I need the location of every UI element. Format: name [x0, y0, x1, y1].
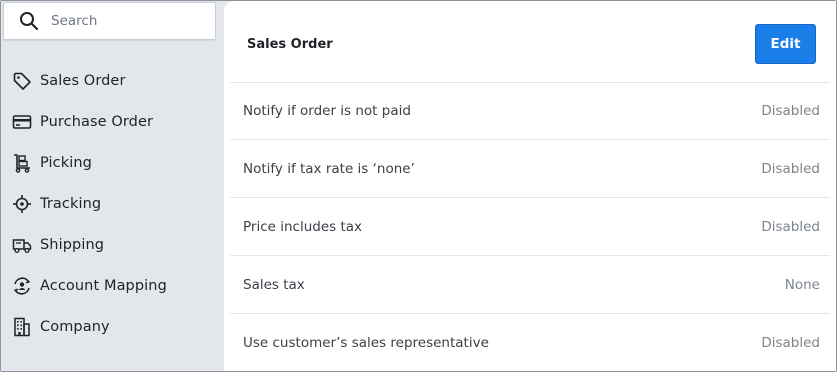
sidebar-item-tracking[interactable]: Tracking	[1, 189, 224, 219]
panel-header: Sales Order Edit	[230, 1, 830, 83]
page-title: Sales Order	[247, 37, 333, 52]
sidebar: Search Sales Order Purchase Order Pickin…	[1, 1, 224, 371]
sidebar-item-label: Tracking	[40, 196, 102, 212]
tag-icon	[13, 72, 31, 90]
setting-label: Notify if order is not paid	[243, 103, 411, 119]
sidebar-item-sales-order[interactable]: Sales Order	[1, 66, 224, 96]
setting-label: Use customer’s sales representative	[243, 335, 489, 351]
setting-value: Disabled	[761, 161, 820, 177]
sidebar-item-purchase-order[interactable]: Purchase Order	[1, 107, 224, 137]
crosshair-icon	[13, 195, 31, 213]
sidebar-item-account-mapping[interactable]: Account Mapping	[1, 271, 224, 301]
sidebar-item-label: Company	[40, 319, 110, 335]
setting-label: Price includes tax	[243, 219, 363, 235]
setting-value: None	[784, 277, 820, 293]
hand-truck-icon	[14, 154, 30, 173]
setting-label: Sales tax	[243, 277, 305, 293]
sidebar-item-label: Shipping	[40, 237, 105, 253]
app-window: Search Sales Order Purchase Order Pickin…	[0, 0, 837, 372]
setting-row: Sales tax None	[230, 256, 830, 314]
sidebar-item-label: Picking	[40, 155, 92, 171]
setting-row: Price includes tax Disabled	[230, 198, 830, 256]
building-icon	[14, 317, 30, 337]
truck-icon	[12, 239, 32, 253]
sidebar-item-label: Account Mapping	[40, 278, 167, 294]
user-sync-icon	[13, 277, 31, 295]
setting-row: Notify if order is not paid Disabled	[230, 82, 830, 140]
search-input[interactable]: Search	[51, 13, 97, 29]
sidebar-item-label: Sales Order	[40, 73, 126, 89]
setting-label: Notify if tax rate is ‘none’	[243, 161, 415, 177]
search-icon	[20, 12, 39, 31]
settings-panel: Sales Order Edit Notify if order is not …	[224, 1, 836, 371]
search-box[interactable]: Search	[3, 2, 216, 40]
sidebar-item-picking[interactable]: Picking	[1, 148, 224, 178]
edit-button[interactable]: Edit	[755, 24, 816, 64]
sidebar-item-shipping[interactable]: Shipping	[1, 230, 224, 260]
setting-value: Disabled	[761, 103, 820, 119]
sidebar-item-company[interactable]: Company	[1, 312, 224, 342]
setting-value: Disabled	[761, 335, 820, 351]
setting-row: Notify if tax rate is ‘none’ Disabled	[230, 140, 830, 198]
setting-value: Disabled	[761, 219, 820, 235]
sidebar-item-label: Purchase Order	[40, 114, 154, 130]
setting-row: Use customer’s sales representative Disa…	[230, 314, 830, 371]
credit-card-icon	[12, 115, 32, 129]
